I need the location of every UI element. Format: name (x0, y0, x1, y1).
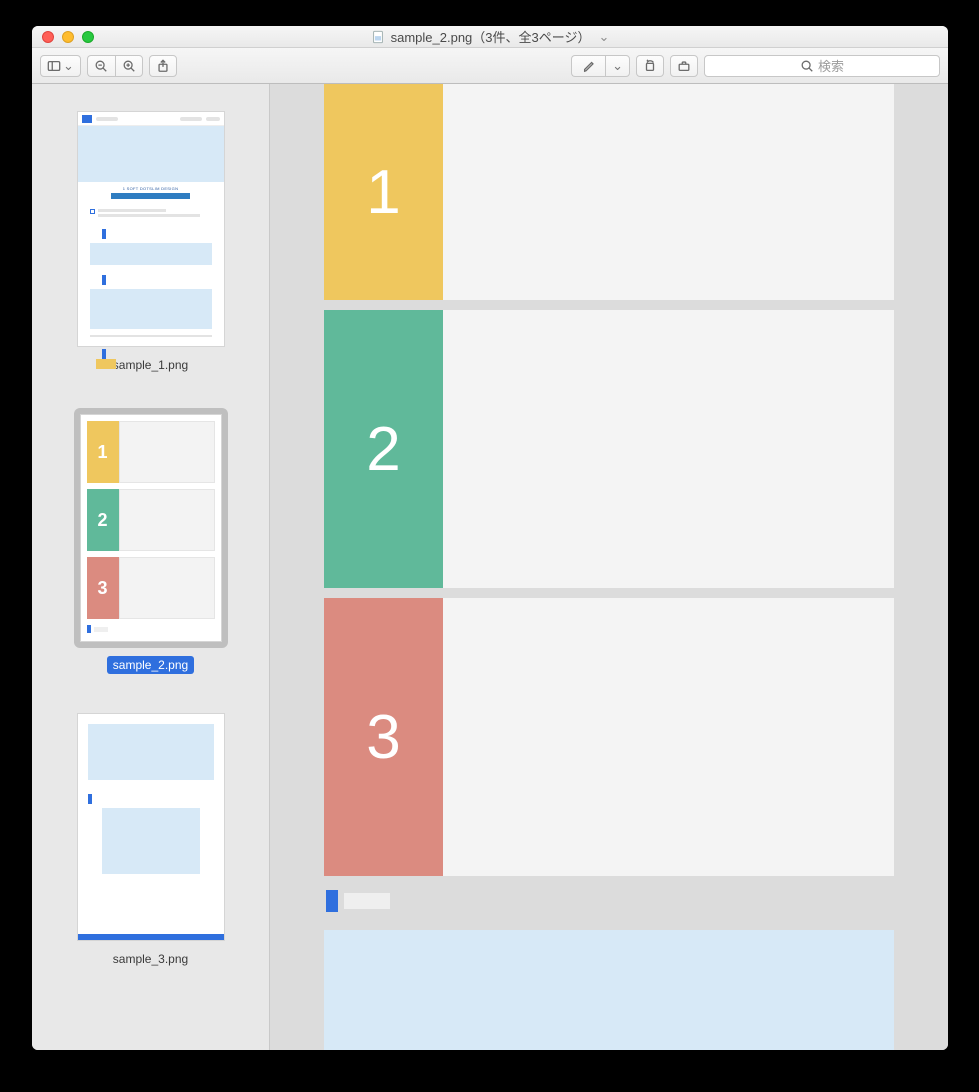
zoom-in-icon (122, 59, 136, 73)
card-1-body (443, 84, 894, 300)
thumbnail-label[interactable]: sample_2.png (107, 656, 194, 674)
titlebar: sample_2.png（3件、全3ページ） ⌄ (32, 26, 948, 48)
card-1-number: 1 (324, 84, 443, 300)
chevron-down-icon: ⌄ (612, 58, 623, 74)
section-marker (326, 890, 894, 912)
thumb1-caption: 1 SOFT DOTSLIM DESIGN (78, 182, 224, 193)
card-2-number: 2 (324, 310, 443, 588)
rotate-icon (643, 59, 657, 73)
thumb-card-2: 2 (87, 489, 119, 551)
share-icon (156, 59, 170, 73)
image-file-icon (371, 30, 385, 44)
toolbar: ⌄ ⌄ 検索 (32, 48, 948, 84)
zoom-out-icon (94, 59, 108, 73)
zoom-in-button[interactable] (115, 55, 143, 77)
preview-window: sample_2.png（3件、全3ページ） ⌄ ⌄ ⌄ (32, 26, 948, 1050)
minimize-window-button[interactable] (62, 31, 74, 43)
share-button[interactable] (149, 55, 177, 77)
markup-button[interactable] (571, 55, 605, 77)
zoom-out-button[interactable] (87, 55, 115, 77)
pencil-icon (582, 59, 596, 73)
next-section-block (324, 930, 894, 1050)
thumbnail-label[interactable]: sample_3.png (113, 952, 188, 966)
search-placeholder: 検索 (818, 56, 844, 75)
thumb-card-1: 1 (87, 421, 119, 483)
chevron-down-icon: ⌄ (63, 58, 74, 74)
markup-toolbar-button[interactable] (670, 55, 698, 77)
close-window-button[interactable] (42, 31, 54, 43)
document-canvas[interactable]: 1 2 3 (270, 84, 948, 1050)
search-icon (800, 59, 814, 73)
marker-bar (326, 890, 338, 912)
search-input[interactable]: 検索 (704, 55, 940, 77)
thumbnail-image-3 (77, 713, 225, 941)
window-title: sample_2.png（3件、全3ページ） ⌄ (32, 27, 948, 46)
sidebar-toggle-button[interactable]: ⌄ (40, 55, 81, 77)
sidebar-icon (47, 59, 61, 73)
markup-menu-button[interactable]: ⌄ (605, 55, 630, 77)
title-dropdown-icon[interactable]: ⌄ (598, 29, 609, 45)
window-title-text: sample_2.png（3件、全3ページ） (391, 27, 591, 46)
page-content: 1 2 3 (324, 84, 894, 1050)
marker-label-placeholder (344, 893, 390, 909)
card-2-body (443, 310, 894, 588)
thumbnail-item[interactable]: 1 SOFT DOTSLIM DESIGN sample_1.png (74, 108, 228, 372)
toolbox-icon (677, 59, 691, 73)
thumb-card-3: 3 (87, 557, 119, 619)
thumbnail-item[interactable]: sample_3.png (74, 710, 228, 966)
zoom-window-button[interactable] (82, 31, 94, 43)
thumbnail-image-2: 1 2 3 (80, 414, 222, 642)
thumbnail-sidebar[interactable]: 1 SOFT DOTSLIM DESIGN sample_1.png (32, 84, 270, 1050)
content-area: 1 SOFT DOTSLIM DESIGN sample_1.png (32, 84, 948, 1050)
thumbnail-item[interactable]: 1 2 3 sample_2.png (74, 408, 228, 674)
window-controls (42, 31, 94, 43)
thumbnail-label[interactable]: sample_1.png (113, 358, 188, 372)
thumbnail-image-1: 1 SOFT DOTSLIM DESIGN (77, 111, 225, 347)
card-3-number: 3 (324, 598, 443, 876)
card-3-body (443, 598, 894, 876)
rotate-button[interactable] (636, 55, 664, 77)
